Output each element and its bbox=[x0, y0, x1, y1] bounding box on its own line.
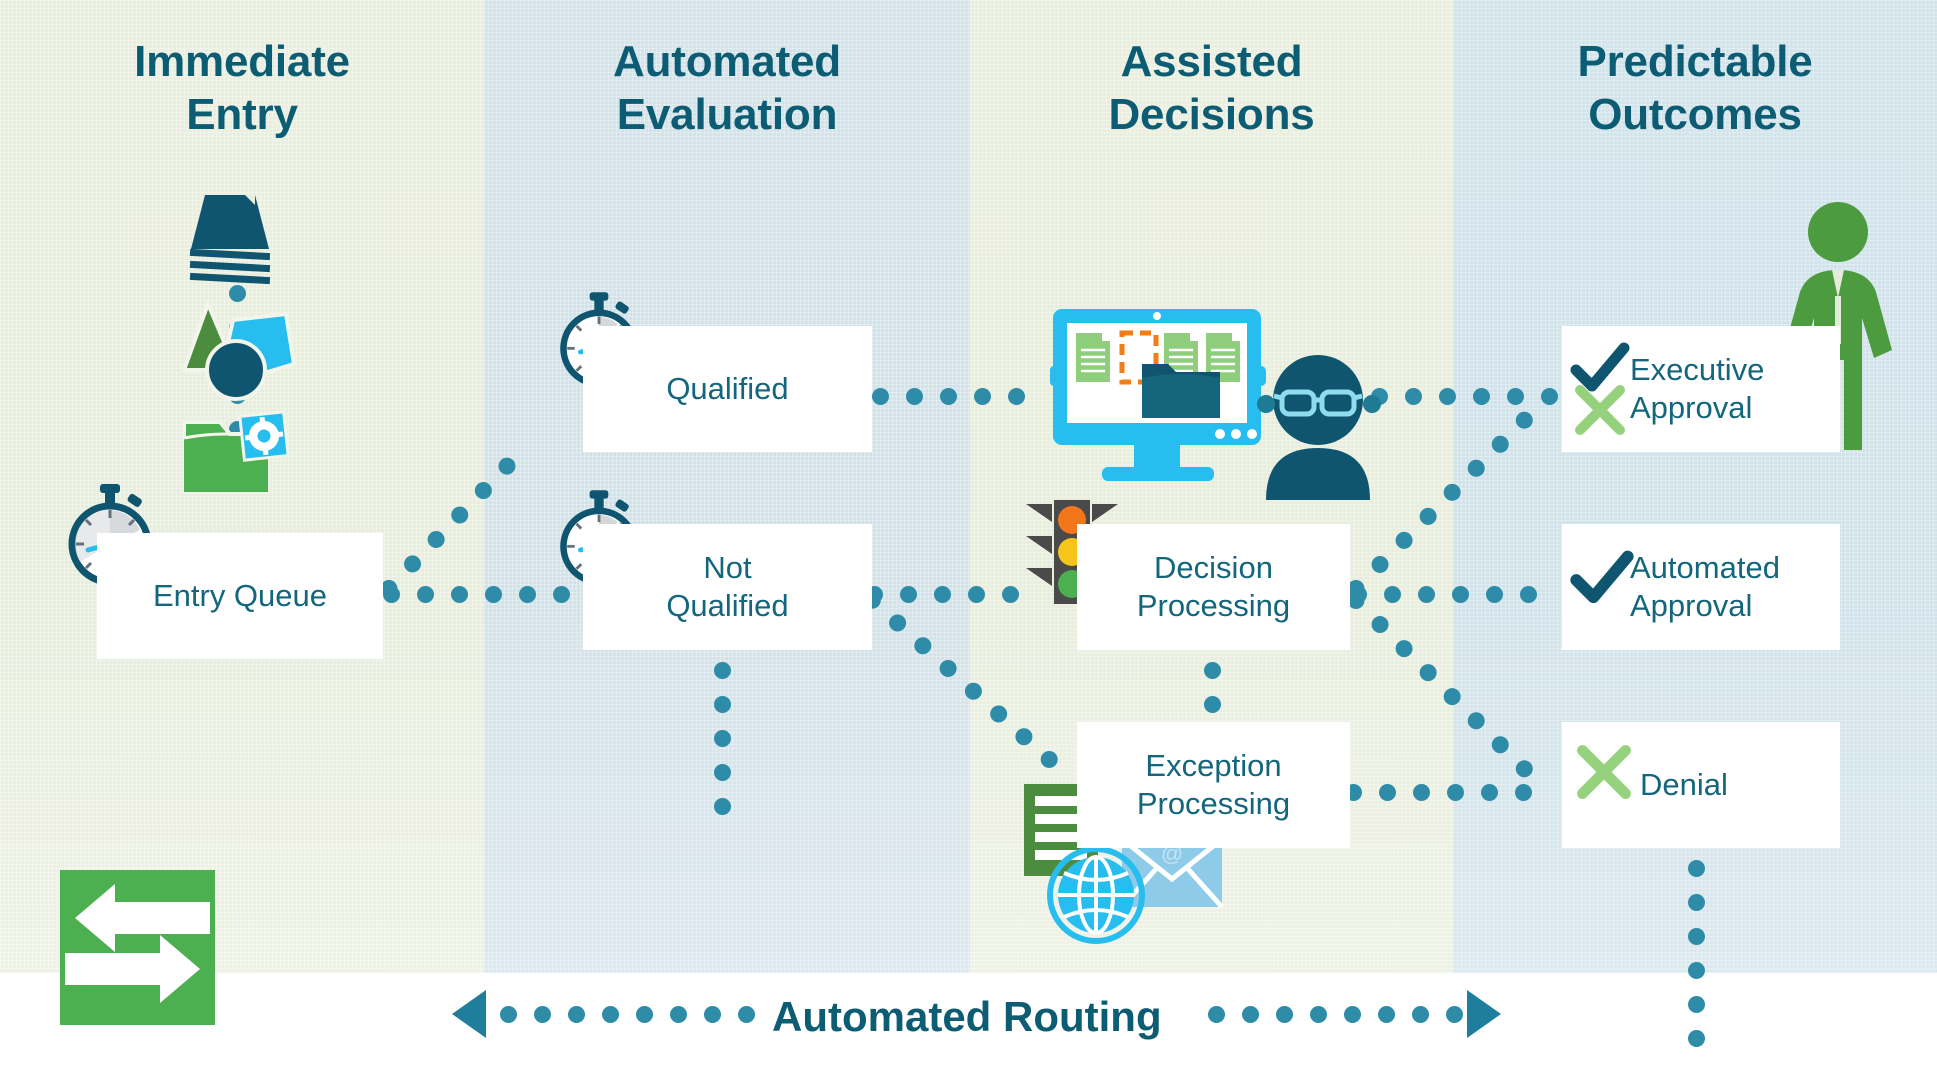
heading-line-2: Outcomes bbox=[1588, 89, 1802, 139]
connector-qualified-to-assisted bbox=[872, 388, 1057, 405]
node-label-line-1: Not bbox=[703, 550, 752, 586]
node-label-line-1: Executive bbox=[1630, 352, 1765, 388]
node-label-line-2: Qualified bbox=[666, 588, 789, 623]
node-label: Entry Queue bbox=[152, 578, 328, 614]
connector-exception-to-denial bbox=[1345, 784, 1565, 801]
node-not-qualified[interactable]: Not Qualified bbox=[583, 524, 872, 650]
paper-stack-icon bbox=[185, 193, 275, 288]
node-label-line-2: Processing bbox=[1136, 786, 1291, 821]
heading-line-2: Decisions bbox=[1108, 89, 1315, 139]
arrow-right-icon bbox=[1467, 990, 1501, 1038]
node-label-line-2: Processing bbox=[1136, 588, 1291, 623]
node-label: Exception Processing bbox=[1077, 747, 1350, 823]
node-qualified[interactable]: Qualified bbox=[583, 326, 872, 452]
connector-notqualified-to-decision bbox=[866, 586, 1046, 603]
x-mark-icon bbox=[1577, 745, 1631, 799]
node-label: Decision Processing bbox=[1077, 549, 1350, 625]
node-decision-processing[interactable]: Decision Processing bbox=[1077, 524, 1350, 650]
heading-line-1: Immediate bbox=[134, 37, 350, 86]
heading-line-1: Assisted bbox=[1120, 37, 1303, 86]
column-heading-predictable-outcomes: Predictable Outcomes bbox=[1453, 36, 1937, 142]
column-heading-assisted-decisions: Assisted Decisions bbox=[970, 36, 1453, 142]
routing-dots-left bbox=[500, 1006, 758, 1023]
node-label-line-2: Approval bbox=[1630, 588, 1753, 623]
connector-denial-downstream bbox=[1688, 860, 1705, 1075]
person-glasses-icon bbox=[1257, 352, 1388, 500]
node-label: Automated Approval bbox=[1630, 549, 1840, 625]
node-label: Not Qualified bbox=[583, 549, 872, 625]
node-exception-processing[interactable]: Exception Processing bbox=[1077, 722, 1350, 848]
heading-line-1: Predictable bbox=[1577, 37, 1813, 86]
arrow-left-icon bbox=[452, 990, 486, 1038]
routing-label: Automated Routing bbox=[772, 993, 1162, 1040]
node-executive-approval[interactable]: Executive Approval bbox=[1562, 326, 1840, 452]
node-automated-approval[interactable]: Automated Approval bbox=[1562, 524, 1840, 650]
checkmark-icon bbox=[1570, 550, 1634, 604]
x-mark-icon bbox=[1575, 385, 1625, 435]
folder-gear-icon bbox=[180, 408, 290, 498]
heading-line-2: Evaluation bbox=[616, 89, 838, 139]
heading-line-2: Entry bbox=[186, 89, 298, 139]
node-label-line-1: Automated bbox=[1630, 550, 1780, 586]
connector-notqualified-downstream bbox=[714, 662, 731, 842]
node-label-line-1: Exception bbox=[1145, 748, 1282, 784]
connector-decision-to-automated-approval bbox=[1350, 586, 1565, 603]
globe-icon bbox=[1046, 845, 1146, 945]
monitor-documents-icon bbox=[1050, 306, 1270, 496]
node-label: Qualified bbox=[666, 371, 789, 407]
node-label-line-2: Approval bbox=[1630, 390, 1753, 425]
exchange-arrows-logo bbox=[60, 870, 215, 1025]
node-label-line-1: Decision bbox=[1154, 550, 1273, 586]
node-denial[interactable]: Denial bbox=[1562, 722, 1840, 848]
column-heading-immediate-entry: Immediate Entry bbox=[0, 36, 484, 142]
shapes-icon bbox=[178, 298, 298, 408]
node-entry-queue[interactable]: Entry Queue bbox=[97, 533, 383, 659]
connector-entry-to-not-qualified bbox=[383, 586, 583, 603]
column-heading-automated-evaluation: Automated Evaluation bbox=[484, 36, 970, 142]
heading-line-1: Automated bbox=[613, 37, 841, 86]
routing-dots-right bbox=[1208, 1006, 1466, 1023]
node-label: Denial bbox=[1640, 767, 1728, 803]
diagram-canvas: Immediate Entry Automated Evaluation Ass… bbox=[0, 0, 1937, 1089]
node-label: Executive Approval bbox=[1630, 351, 1840, 427]
